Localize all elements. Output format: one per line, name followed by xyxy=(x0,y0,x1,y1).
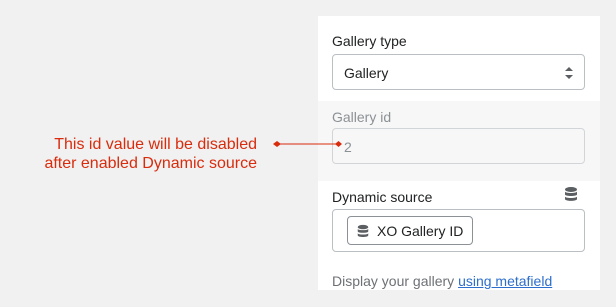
dynamic-source-help: Display your gallery using metafield xyxy=(332,273,552,289)
stage: This id value will be disabled after ena… xyxy=(0,0,616,307)
database-icon[interactable] xyxy=(563,186,579,202)
select-arrows-icon xyxy=(565,67,573,79)
gallery-type-label: Gallery type xyxy=(332,33,407,49)
gallery-id-input[interactable]: 2 xyxy=(332,128,585,164)
dynamic-source-field[interactable]: XO Gallery ID xyxy=(332,209,585,252)
gallery-id-value: 2 xyxy=(344,139,352,155)
gallery-id-section: Gallery id 2 xyxy=(318,101,600,181)
dynamic-source-tag[interactable]: XO Gallery ID xyxy=(347,216,474,245)
dynamic-source-label: Dynamic source xyxy=(332,189,433,205)
annotation-line-1: This id value will be disabled xyxy=(54,136,257,153)
gallery-type-value: Gallery xyxy=(344,65,389,81)
settings-panel: Gallery type Gallery Gallery id 2 Dynami… xyxy=(318,16,600,290)
gallery-type-select[interactable]: Gallery xyxy=(332,54,585,90)
gallery-type-section: Gallery type Gallery xyxy=(318,16,600,101)
annotation-note: This id value will be disabled after ena… xyxy=(44,135,257,173)
metafield-link[interactable]: using metafield xyxy=(458,273,552,289)
annotation-line-2: after enabled Dynamic source xyxy=(44,155,257,172)
help-text: Display your gallery xyxy=(332,273,459,289)
dynamic-source-section: Dynamic source XO Gallery ID Display you… xyxy=(318,181,600,290)
database-icon xyxy=(357,224,369,237)
dynamic-source-tag-label: XO Gallery ID xyxy=(377,222,464,239)
gallery-id-label: Gallery id xyxy=(332,109,392,125)
